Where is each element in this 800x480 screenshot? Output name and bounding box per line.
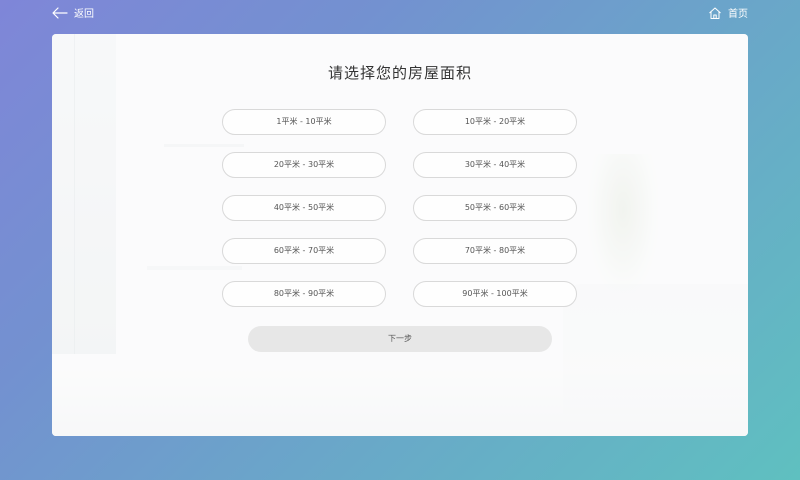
area-option-30-40[interactable]: 30平米 - 40平米: [413, 152, 577, 178]
area-option-10-20[interactable]: 10平米 - 20平米: [413, 109, 577, 135]
area-option-40-50[interactable]: 40平米 - 50平米: [222, 195, 386, 221]
area-option-80-90[interactable]: 80平米 - 90平米: [222, 281, 386, 307]
home-label: 首页: [728, 9, 748, 20]
area-option-70-80[interactable]: 70平米 - 80平米: [413, 238, 577, 264]
area-option-90-100[interactable]: 90平米 - 100平米: [413, 281, 577, 307]
area-option-1-10[interactable]: 1平米 - 10平米: [222, 109, 386, 135]
page-title: 请选择您的房屋面积: [327, 64, 472, 82]
back-button[interactable]: 返回: [52, 5, 94, 20]
home-button[interactable]: 首页: [708, 5, 748, 20]
back-label: 返回: [74, 9, 94, 20]
arrow-left-icon: [52, 6, 68, 19]
selection-panel: 请选择您的房屋面积 1平米 - 10平米 10平米 - 20平米 20平米 - …: [52, 34, 748, 436]
area-option-60-70[interactable]: 60平米 - 70平米: [222, 238, 386, 264]
area-option-20-30[interactable]: 20平米 - 30平米: [222, 152, 386, 178]
top-bar: 返回 首页: [0, 0, 800, 26]
next-step-button[interactable]: 下一步: [248, 326, 552, 352]
area-option-50-60[interactable]: 50平米 - 60平米: [413, 195, 577, 221]
home-icon: [709, 7, 721, 19]
